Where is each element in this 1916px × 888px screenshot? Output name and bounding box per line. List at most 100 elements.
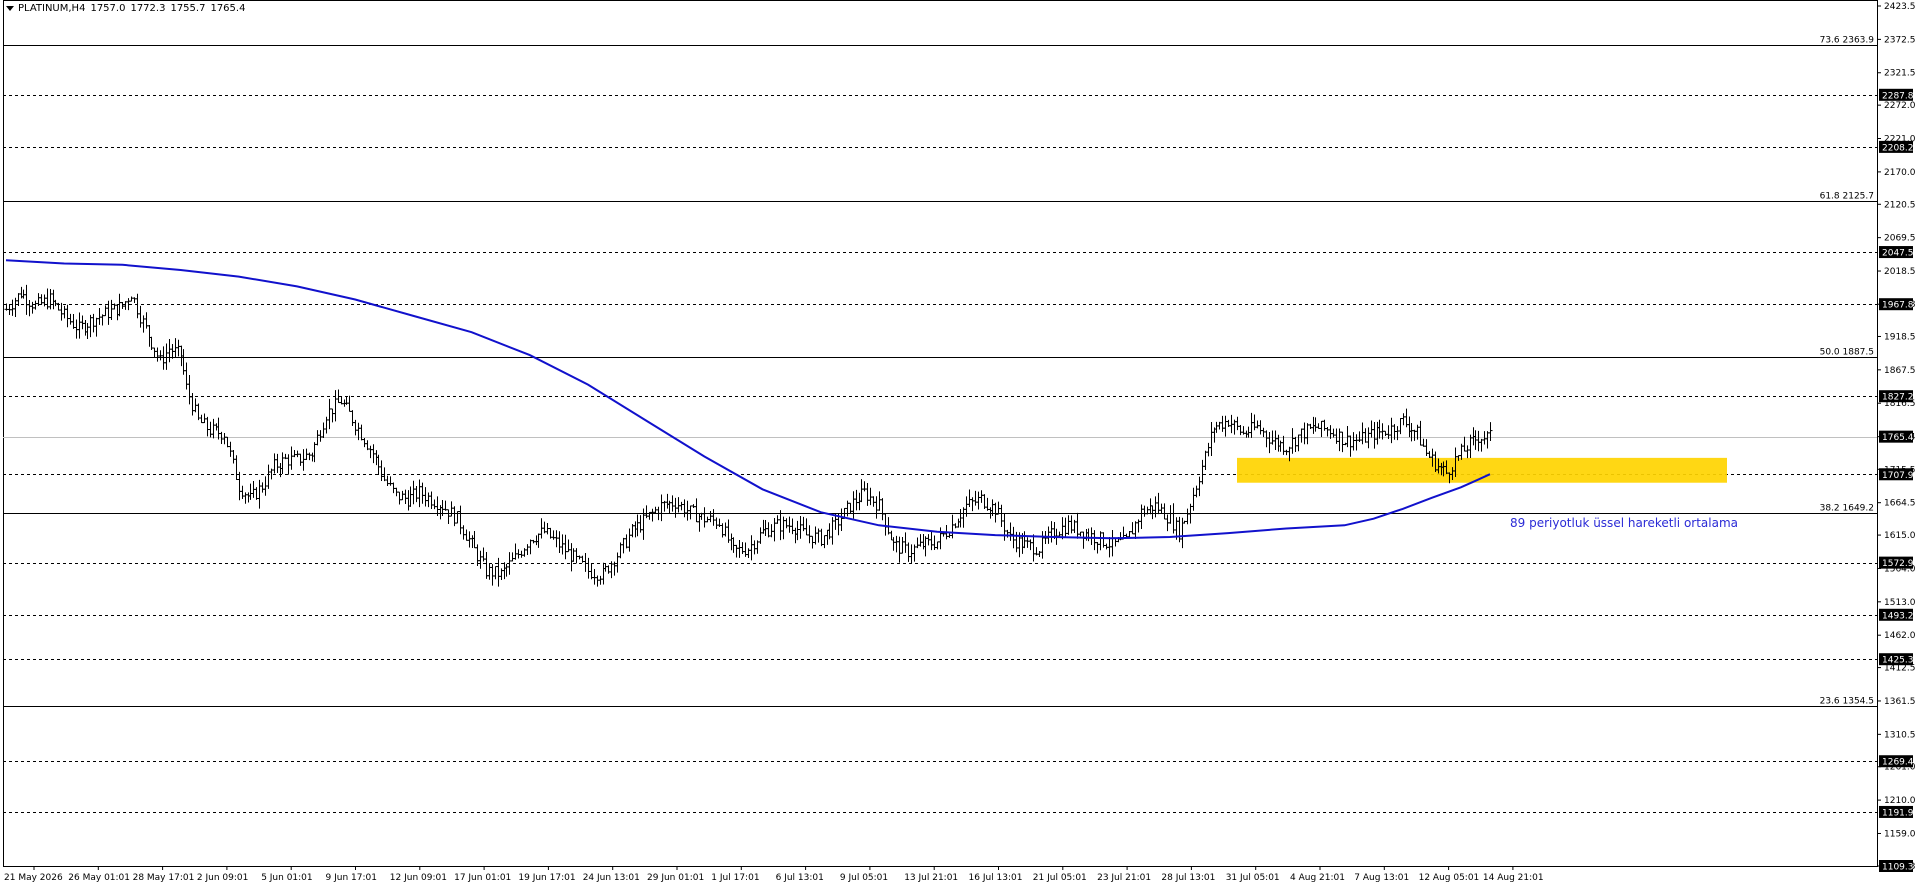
ohlc-bar (376, 454, 381, 476)
ohlc-bar (408, 486, 413, 507)
ohlc-bar (839, 508, 844, 531)
price-tick-label: 1462.0 (1884, 631, 1916, 641)
time-tick-label: 17 Jun 01:01 (454, 873, 511, 883)
ohlc-bar (1421, 438, 1426, 447)
ohlc-bar (432, 499, 437, 510)
ohlc-bar (627, 528, 632, 552)
ohlc-bar (793, 527, 798, 544)
ohlc-bar (490, 564, 495, 586)
ohlc-bar (272, 453, 277, 474)
ohlc-bar (621, 537, 626, 554)
ohlc-bar (237, 471, 242, 501)
ohlc-bar (1002, 513, 1007, 541)
time-tick-label: 29 Jun 01:01 (647, 873, 704, 883)
ohlc-bar (400, 490, 405, 501)
fib-level-label: 38.2 1649.2 (1820, 504, 1874, 514)
ohlc-bar (1150, 505, 1155, 520)
ohlc-bar (187, 374, 192, 405)
ohlc-bar (694, 498, 699, 523)
ohlc-bar (601, 562, 606, 585)
ohlc-bar (595, 575, 600, 587)
ohlc-bar (1084, 529, 1089, 541)
ohlc-bar (77, 312, 82, 339)
ohlc-bar (1098, 531, 1103, 551)
ohlc-bar (257, 479, 262, 509)
ohlc-bar (921, 533, 926, 550)
ohlc-bar (403, 489, 408, 505)
time-tick-label: 2 Jun 09:01 (197, 873, 248, 883)
ohlc-bar (184, 362, 189, 390)
ohlc-bar (1401, 413, 1406, 426)
price-tick-label: 1615.0 (1884, 531, 1916, 541)
price-tick-label: 1310.5 (1884, 730, 1916, 740)
ohlc-bar (1290, 428, 1295, 454)
ohlc-bar (1377, 419, 1382, 439)
level-price-label: 2208.2 (1882, 143, 1914, 153)
ohlc-bar (246, 492, 251, 503)
ohlc-bar (720, 523, 725, 538)
ohlc-bar (859, 479, 864, 503)
ohlc-bar (167, 339, 172, 363)
ohlc-bar (1273, 430, 1278, 451)
fib-level-label: 73.6 2363.9 (1820, 36, 1875, 46)
ohlc-bar (426, 492, 431, 508)
ohlc-bar (120, 302, 125, 310)
ema-line (5, 259, 1491, 540)
ohlc-bar (1185, 508, 1190, 525)
ohlc-bar (24, 284, 29, 315)
ohlc-bar (458, 505, 463, 535)
ohlc-bar (48, 289, 53, 310)
ohlc-bar (534, 535, 539, 546)
ohlc-bar (1395, 426, 1400, 441)
ohlc-bar (973, 490, 978, 506)
time-tick-label: 9 Jul 05:01 (840, 873, 888, 883)
ohlc-bar (1162, 503, 1167, 520)
ohlc-bar (475, 544, 480, 566)
ohlc-bar (1168, 505, 1173, 524)
ohlc-bar (467, 531, 472, 548)
ohlc-bar (923, 536, 928, 557)
ohlc-bar (804, 518, 809, 536)
ohlc-bar (714, 517, 719, 530)
ohlc-bar (807, 525, 812, 544)
plot-frame (3, 0, 1878, 867)
ohlc-bar (825, 529, 830, 545)
ohlc-bar (583, 553, 588, 572)
ohlc-bar (1203, 450, 1208, 470)
ohlc-bar (862, 481, 867, 492)
ohlc-bar (1284, 449, 1289, 456)
ohlc-bar (333, 390, 338, 422)
ohlc-bar (769, 524, 774, 538)
time-tick-label: 12 Jun 09:01 (390, 873, 447, 883)
ohlc-bar (176, 339, 181, 357)
time-tick-label: 4 Aug 21:01 (1290, 873, 1345, 883)
ohlc-bar (1252, 414, 1257, 431)
ohlc-bar (798, 515, 803, 539)
ohlc-bar (461, 525, 466, 540)
price-tick-label: 1867.5 (1884, 366, 1916, 376)
ohlc-bar (1369, 420, 1374, 438)
ohlc-bar (423, 487, 428, 507)
ohlc-bar (734, 544, 739, 558)
ohlc-bar (446, 509, 451, 524)
ohlc-bar (967, 489, 972, 507)
fib-level-label: 23.6 1354.5 (1820, 697, 1874, 707)
ohlc-bar (260, 482, 265, 493)
ohlc-bar (248, 483, 253, 500)
ohlc-bar (586, 557, 591, 579)
ohlc-bar (1389, 417, 1394, 444)
ohlc-bar (205, 416, 210, 437)
ohlc-bar (298, 453, 303, 466)
ohlc-bar (877, 491, 882, 511)
ohlc-bar (1060, 517, 1065, 540)
ohlc-bar (51, 289, 56, 310)
ohlc-bar (292, 449, 297, 458)
ohlc-bar (1081, 531, 1086, 549)
level-price-label: 1827.2 (1882, 393, 1914, 403)
ohlc-bar (62, 305, 67, 319)
ohlc-bar (988, 507, 993, 519)
ohlc-bar (1476, 430, 1481, 452)
ohlc-bar (10, 299, 15, 316)
ohlc-bar (190, 392, 195, 416)
price-chart[interactable]: 73.6 2363.9 61.8 2125.7 50.0 1887.5 38.2 16… (0, 0, 1916, 888)
